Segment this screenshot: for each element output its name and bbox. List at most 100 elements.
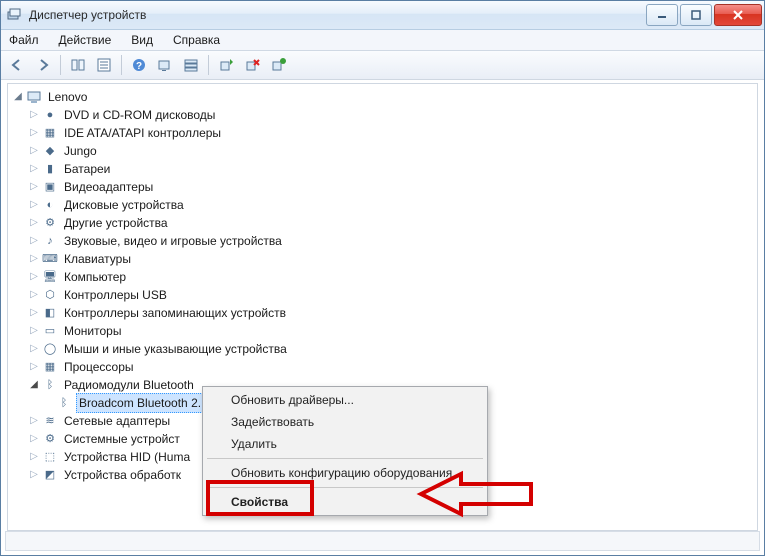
toolbar-uninstall-button[interactable]: [240, 53, 264, 77]
toolbar-enable-button[interactable]: [266, 53, 290, 77]
tree-category[interactable]: ▷◆Jungo: [12, 142, 757, 160]
expander-icon[interactable]: ▷: [28, 235, 40, 247]
jungo-icon: ◆: [42, 143, 58, 159]
usb-icon: ⬡: [42, 287, 58, 303]
expander-icon[interactable]: ▷: [28, 289, 40, 301]
minimize-button[interactable]: [646, 4, 678, 26]
tree-category[interactable]: ▷◯Мыши и иные указывающие устройства: [12, 340, 757, 358]
tree-label: Устройства HID (Huma: [62, 448, 192, 466]
tree-label: Видеоадаптеры: [62, 178, 155, 196]
menubar: Файл Действие Вид Справка: [1, 30, 764, 51]
tree-category[interactable]: ▷▦IDE ATA/ATAPI контроллеры: [12, 124, 757, 142]
expander-icon[interactable]: ▷: [28, 217, 40, 229]
tree-label: Компьютер: [62, 268, 128, 286]
other-icon: ⚙: [42, 215, 58, 231]
ctx-separator: [207, 487, 483, 488]
sound-icon: ♪: [42, 233, 58, 249]
device-manager-window: Диспетчер устройств Файл Действие Вид Сп…: [0, 0, 765, 556]
tree-category[interactable]: ▷▣Видеоадаптеры: [12, 178, 757, 196]
tree-label: Мыши и иные указывающие устройства: [62, 340, 289, 358]
tree-category[interactable]: ▷⚙Другие устройства: [12, 214, 757, 232]
expander-icon[interactable]: ▷: [28, 307, 40, 319]
tree-category[interactable]: ▷◧Контроллеры запоминающих устройств: [12, 304, 757, 322]
expander-icon[interactable]: ▷: [28, 451, 40, 463]
keyboard-icon: ⌨: [42, 251, 58, 267]
window-title: Диспетчер устройств: [29, 8, 146, 22]
tree-category[interactable]: ▷▮Батареи: [12, 160, 757, 178]
expander-icon[interactable]: ▷: [28, 469, 40, 481]
expander-icon[interactable]: ▷: [28, 361, 40, 373]
tree-category[interactable]: ▷▭Мониторы: [12, 322, 757, 340]
tree-label: DVD и CD-ROM дисководы: [62, 106, 217, 124]
computer-icon: [26, 89, 42, 105]
disk-icon: ◐: [42, 197, 58, 213]
tree-label: Lenovo: [46, 88, 89, 106]
tree-label: Клавиатуры: [62, 250, 133, 268]
tree-category[interactable]: ▷◐Дисковые устройства: [12, 196, 757, 214]
statusbar: [5, 531, 760, 551]
video-icon: ▣: [42, 179, 58, 195]
ctx-update-drivers[interactable]: Обновить драйверы...: [205, 389, 485, 411]
window-titlebar: Диспетчер устройств: [1, 1, 764, 30]
tree-category[interactable]: ▷▦Процессоры: [12, 358, 757, 376]
expander-open-icon[interactable]: ◢: [12, 91, 24, 103]
close-button[interactable]: [714, 4, 762, 26]
expander-icon[interactable]: ▷: [28, 343, 40, 355]
expander-icon[interactable]: ▷: [28, 181, 40, 193]
ctx-properties[interactable]: Свойства: [205, 491, 485, 513]
ctx-scan[interactable]: Обновить конфигурацию оборудования: [205, 462, 485, 484]
toolbar-view-button[interactable]: [179, 53, 203, 77]
tree-label: Сетевые адаптеры: [62, 412, 172, 430]
expander-icon[interactable]: ▷: [28, 253, 40, 265]
storage-icon: ◧: [42, 305, 58, 321]
expander-icon[interactable]: ▷: [28, 415, 40, 427]
menu-view[interactable]: Вид: [127, 32, 157, 48]
toolbar-forward-button[interactable]: [31, 53, 55, 77]
ctx-separator: [207, 458, 483, 459]
toolbar-separator: [208, 55, 209, 75]
tree-label: Системные устройст: [62, 430, 182, 448]
expander-icon[interactable]: ▷: [28, 199, 40, 211]
system-icon: ⚙: [42, 431, 58, 447]
computer-icon: 🖥: [42, 269, 58, 285]
battery-icon: ▮: [42, 161, 58, 177]
tree-label: Jungo: [62, 142, 99, 160]
toolbar-separator: [121, 55, 122, 75]
tree-category[interactable]: ▷🖥Компьютер: [12, 268, 757, 286]
hid-icon: ⬚: [42, 449, 58, 465]
menu-file[interactable]: Файл: [5, 32, 43, 48]
tree-category[interactable]: ▷♪Звуковые, видео и игровые устройства: [12, 232, 757, 250]
toolbar-help-button[interactable]: ?: [127, 53, 151, 77]
toolbar: ?: [1, 51, 764, 80]
toolbar-back-button[interactable]: [5, 53, 29, 77]
tree-label: Радиомодули Bluetooth: [62, 376, 196, 394]
app-icon: [7, 7, 23, 23]
imaging-icon: ◩: [42, 467, 58, 483]
monitor-icon: ▭: [42, 323, 58, 339]
expander-icon[interactable]: ▷: [28, 271, 40, 283]
tree-root[interactable]: ◢ Lenovo: [12, 88, 757, 106]
tree-label: Батареи: [62, 160, 112, 178]
expander-icon[interactable]: ▷: [28, 325, 40, 337]
expander-icon[interactable]: ▷: [28, 109, 40, 121]
tree-category[interactable]: ▷⬡Контроллеры USB: [12, 286, 757, 304]
ctx-uninstall[interactable]: Удалить: [205, 433, 485, 455]
toolbar-scan-button[interactable]: [153, 53, 177, 77]
ctx-enable[interactable]: Задействовать: [205, 411, 485, 433]
tree-category[interactable]: ▷⌨Клавиатуры: [12, 250, 757, 268]
tree-label: Устройства обработк: [62, 466, 183, 484]
maximize-button[interactable]: [680, 4, 712, 26]
menu-help[interactable]: Справка: [169, 32, 224, 48]
expander-icon[interactable]: ▷: [28, 145, 40, 157]
toolbar-show-hide-button[interactable]: [66, 53, 90, 77]
tree-label: Процессоры: [62, 358, 136, 376]
toolbar-update-driver-button[interactable]: [214, 53, 238, 77]
expander-icon[interactable]: ◢: [28, 379, 40, 391]
toolbar-properties-button[interactable]: [92, 53, 116, 77]
expander-icon[interactable]: ▷: [28, 433, 40, 445]
tree-category[interactable]: ▷●DVD и CD-ROM дисководы: [12, 106, 757, 124]
context-menu: Обновить драйверы... Задействовать Удали…: [202, 386, 488, 516]
expander-icon[interactable]: ▷: [28, 163, 40, 175]
menu-action[interactable]: Действие: [55, 32, 116, 48]
expander-icon[interactable]: ▷: [28, 127, 40, 139]
